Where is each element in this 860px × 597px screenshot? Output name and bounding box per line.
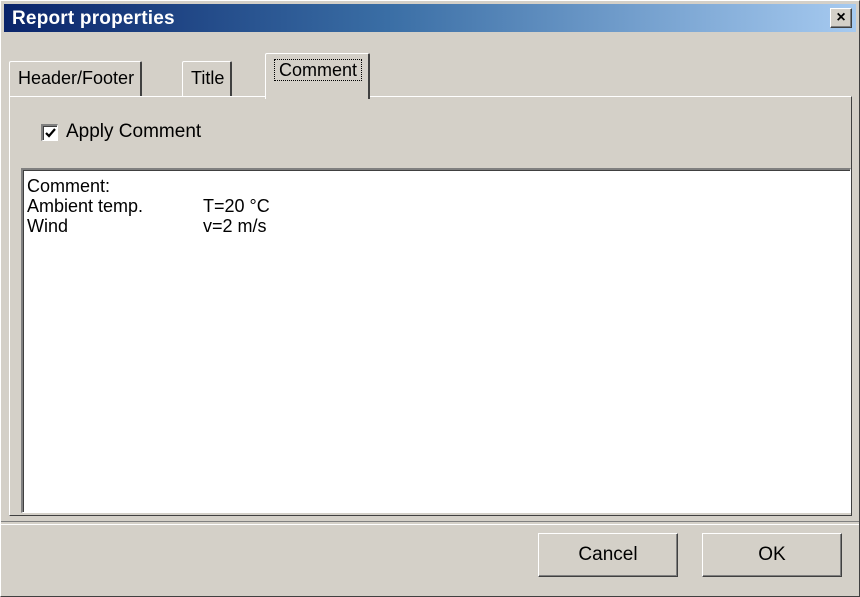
comment-line-key: Ambient temp. <box>27 196 144 216</box>
tab-header-footer[interactable]: Header/Footer <box>9 61 143 97</box>
comment-line: Ambient temp. T=20 °C <box>27 196 846 216</box>
comment-line: Comment: <box>27 176 846 196</box>
comment-line-value: T=20 °C <box>203 196 270 216</box>
title-bar[interactable]: Report properties × <box>4 4 856 32</box>
tab-label: Header/Footer <box>18 68 135 88</box>
close-button[interactable]: × <box>830 8 852 28</box>
comment-line: Wind v=2 m/s <box>27 216 846 236</box>
apply-comment-checkbox[interactable] <box>41 123 58 141</box>
checkmark-icon <box>45 127 56 138</box>
comment-textarea[interactable]: Comment: Ambient temp. T=20 °C Wind v=2 … <box>21 168 851 513</box>
apply-comment-row[interactable]: Apply Comment <box>31 121 201 143</box>
window-title: Report properties <box>12 8 175 29</box>
close-icon: × <box>836 9 846 26</box>
cancel-button[interactable]: Cancel <box>538 533 678 577</box>
comment-line-key: Comment: <box>27 176 111 196</box>
tab-label: Title <box>191 68 225 88</box>
ok-button[interactable]: OK <box>702 533 842 577</box>
report-properties-dialog: Report properties × Header/Footer Title … <box>0 0 860 597</box>
tab-title[interactable]: Title <box>182 61 233 97</box>
tab-label: Comment <box>274 59 363 81</box>
comment-line-key: Wind <box>27 216 69 236</box>
comment-line-value: v=2 m/s <box>203 216 267 236</box>
tab-comment[interactable]: Comment <box>265 53 371 99</box>
footer-separator <box>1 521 859 525</box>
apply-comment-label: Apply Comment <box>66 121 202 142</box>
